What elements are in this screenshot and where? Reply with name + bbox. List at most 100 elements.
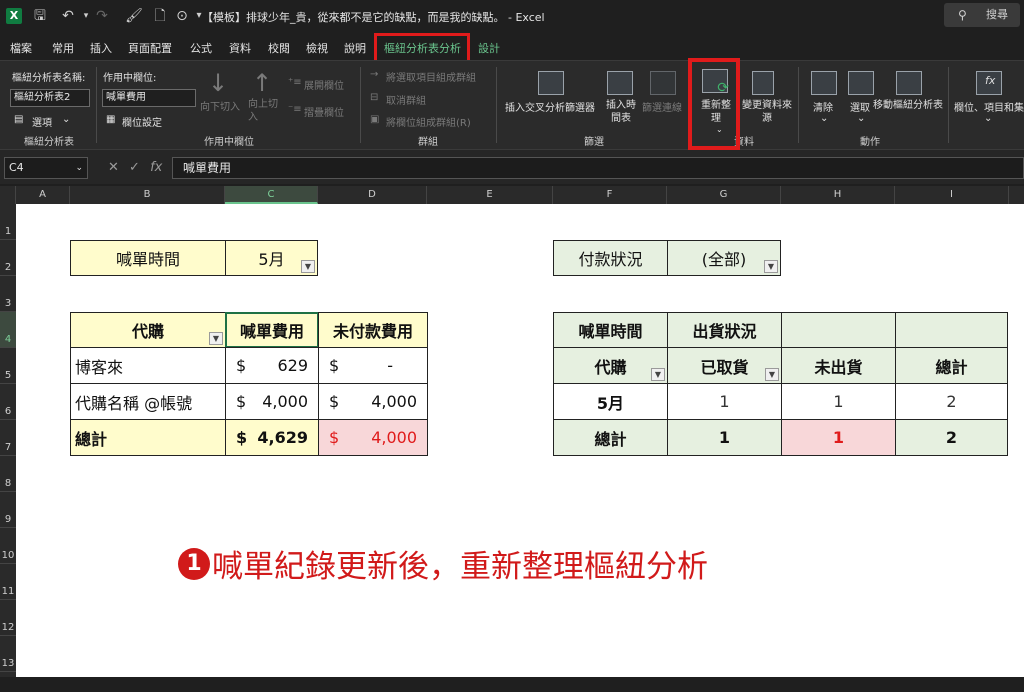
right-row-picked[interactable]: 1 xyxy=(667,383,782,420)
row-header[interactable]: 6 xyxy=(0,384,16,420)
right-sub-agent[interactable]: 代購 ▼ xyxy=(553,347,668,384)
row-header[interactable]: 10 xyxy=(0,528,16,564)
fields-items-dropdown-icon[interactable]: ⌄ xyxy=(984,113,992,124)
column-header[interactable]: D xyxy=(318,186,427,204)
enter-icon[interactable]: ✓ xyxy=(129,160,140,175)
column-header[interactable]: B xyxy=(70,186,225,204)
options-dropdown-icon[interactable]: ⌄ xyxy=(62,114,70,125)
right-row-total[interactable]: 2 xyxy=(895,383,1008,420)
left-header-unpaid[interactable]: 未付款費用 xyxy=(318,312,428,348)
format-painter-icon[interactable]: 🖌 xyxy=(124,6,144,26)
left-header-agent[interactable]: 代購 ▼ xyxy=(70,312,226,348)
cancel-icon[interactable]: ✕ xyxy=(108,160,119,175)
left-header-fee[interactable]: 喊單費用 xyxy=(225,312,319,348)
left-row-unpaid[interactable]: $ - xyxy=(318,347,428,384)
column-header[interactable]: I xyxy=(895,186,1009,204)
group-field-icon[interactable]: ▣ xyxy=(370,114,379,125)
save-icon[interactable]: 🖫 xyxy=(30,6,50,26)
right-total-label[interactable]: 總計 xyxy=(553,419,668,456)
group-field-button[interactable]: 將欄位組成群組(R) xyxy=(386,114,471,129)
right-sub-total[interactable]: 總計 xyxy=(895,347,1008,384)
right-sub-unshipped[interactable]: 未出貨 xyxy=(781,347,896,384)
select-button[interactable]: 選取 xyxy=(850,99,870,114)
column-header[interactable]: H xyxy=(781,186,895,204)
row-header[interactable]: 8 xyxy=(0,456,16,492)
ungroup-icon[interactable]: ⊟ xyxy=(370,92,378,103)
options-button[interactable]: 選項 xyxy=(32,114,52,129)
column-header[interactable]: F xyxy=(553,186,667,204)
tab-insert[interactable]: 插入 xyxy=(90,40,112,56)
expand-field-button[interactable]: 展開欄位 xyxy=(304,77,344,92)
collapse-field-icon[interactable]: ⁻≡ xyxy=(288,104,302,115)
undo-icon[interactable]: ↶ xyxy=(58,6,78,26)
row-header[interactable]: 9 xyxy=(0,492,16,528)
tab-data[interactable]: 資料 xyxy=(229,40,251,56)
clear-dropdown-icon[interactable]: ⌄ xyxy=(820,113,828,124)
formula-input[interactable]: 喊單費用 xyxy=(172,157,1024,179)
drill-down-button[interactable]: 向下切入 xyxy=(200,98,240,113)
row-header[interactable]: 12 xyxy=(0,600,16,636)
row-header[interactable]: 7 xyxy=(0,420,16,456)
filter-dropdown-icon[interactable]: ▼ xyxy=(301,260,315,273)
fields-items-sets-icon[interactable]: fx xyxy=(976,71,1002,95)
insert-slicer-icon[interactable] xyxy=(538,71,564,95)
field-settings-button[interactable]: 欄位設定 xyxy=(122,114,162,129)
right-filter-value[interactable]: (全部) ▼ xyxy=(667,240,781,276)
tab-home[interactable]: 常用 xyxy=(52,40,74,56)
column-header-selected[interactable]: C xyxy=(225,186,318,204)
row-filter-dropdown-icon[interactable]: ▼ xyxy=(209,332,223,345)
group-selection-icon[interactable]: → xyxy=(370,69,378,80)
drill-down-icon[interactable]: ↓ xyxy=(208,69,228,97)
active-field-input[interactable]: 喊單費用 xyxy=(102,89,196,107)
insert-slicer-button[interactable]: 插入交叉分析篩選器 xyxy=(505,99,595,114)
left-row-agent[interactable]: 博客來 xyxy=(70,347,226,384)
column-header[interactable]: A xyxy=(16,186,70,204)
insert-timeline-icon[interactable] xyxy=(607,71,633,95)
name-box[interactable]: C4 ⌄ xyxy=(4,157,88,179)
left-row-fee[interactable]: $629 xyxy=(225,347,319,384)
tab-design[interactable]: 設計 xyxy=(478,40,500,56)
filter-connections-button[interactable]: 篩選連線 xyxy=(642,99,682,114)
select-icon[interactable] xyxy=(848,71,874,95)
insert-function-icon[interactable]: fx xyxy=(150,160,162,175)
right-total-unshipped[interactable]: 1 xyxy=(781,419,896,456)
name-box-dropdown-icon[interactable]: ⌄ xyxy=(75,158,83,178)
filter-connections-icon[interactable] xyxy=(650,71,676,95)
filter-dropdown-icon[interactable]: ▼ xyxy=(764,260,778,273)
group-selection-button[interactable]: 將選取項目組成群組 xyxy=(386,69,476,84)
row-header[interactable]: 13 xyxy=(0,636,16,672)
row-header[interactable]: 3 xyxy=(0,276,16,312)
column-header[interactable]: G xyxy=(667,186,781,204)
row-header[interactable]: 1 xyxy=(0,204,16,240)
collapse-field-button[interactable]: 摺疊欄位 xyxy=(304,104,344,119)
select-all-corner[interactable] xyxy=(0,186,16,204)
right-row-label[interactable]: 5月 xyxy=(553,383,668,420)
left-total-unpaid[interactable]: $4,000 xyxy=(318,419,428,456)
select-dropdown-icon[interactable]: ⌄ xyxy=(857,113,865,124)
left-filter-label[interactable]: 喊單時間 xyxy=(70,240,226,276)
options-icon[interactable]: ▤ xyxy=(14,114,23,125)
left-row-unpaid[interactable]: $4,000 xyxy=(318,383,428,420)
tab-review[interactable]: 校閱 xyxy=(268,40,290,56)
right-empty-header[interactable] xyxy=(781,312,896,348)
tab-file[interactable]: 檔案 xyxy=(10,40,32,56)
insert-timeline-button[interactable]: 插入時間表 xyxy=(604,99,638,125)
right-filter-label[interactable]: 付款狀況 xyxy=(553,240,668,276)
column-header[interactable]: E xyxy=(427,186,553,204)
left-filter-value[interactable]: 5月 ▼ xyxy=(225,240,318,276)
tab-formulas[interactable]: 公式 xyxy=(190,40,212,56)
new-document-icon[interactable]: 🗋 xyxy=(150,6,170,26)
change-source-icon[interactable] xyxy=(752,71,774,95)
row-header[interactable]: 2 xyxy=(0,240,16,276)
tab-help[interactable]: 說明 xyxy=(344,40,366,56)
right-empty-header[interactable] xyxy=(895,312,1008,348)
right-sub-picked[interactable]: 已取貨 ▼ xyxy=(667,347,782,384)
row-header-selected[interactable]: 4 xyxy=(0,312,16,348)
search-box[interactable]: ⚲ 搜尋 xyxy=(944,3,1020,27)
left-row-agent[interactable]: 代購名稱 @帳號 xyxy=(70,383,226,420)
clear-button[interactable]: 清除 xyxy=(813,99,833,114)
right-row-header[interactable]: 喊單時間 xyxy=(553,312,668,348)
drill-up-button[interactable]: 向上切入 xyxy=(248,98,282,124)
right-total-picked[interactable]: 1 xyxy=(667,419,782,456)
right-total-total[interactable]: 2 xyxy=(895,419,1008,456)
